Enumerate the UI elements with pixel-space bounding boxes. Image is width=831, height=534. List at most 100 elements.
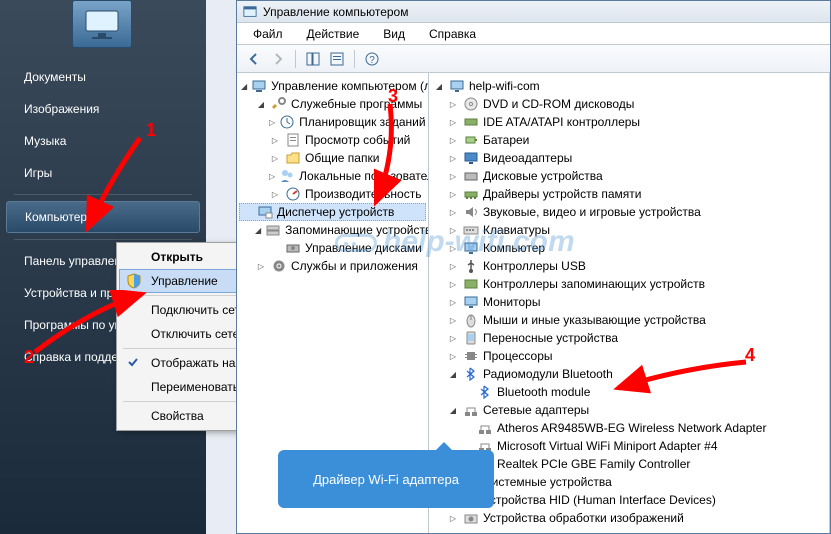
tree-item-label: Производительность [305, 187, 421, 201]
expand-icon[interactable] [447, 332, 459, 344]
computer-icon [449, 78, 465, 94]
svg-text:?: ? [369, 55, 375, 66]
right-tree-item-8[interactable]: Клавиатуры [431, 221, 827, 239]
dvd-icon [463, 96, 479, 112]
right-tree-item-6[interactable]: Драйверы устройств памяти [431, 185, 827, 203]
right-tree-item-4[interactable]: Видеоадаптеры [431, 149, 827, 167]
help-button[interactable]: ? [361, 48, 383, 70]
right-tree-item-3[interactable]: Батареи [431, 131, 827, 149]
expand-icon[interactable] [447, 314, 459, 326]
expand-icon[interactable] [447, 206, 459, 218]
expand-icon[interactable] [241, 206, 253, 218]
expand-icon[interactable] [447, 296, 459, 308]
computer-mgmt-icon [251, 78, 267, 94]
start-item-0[interactable]: Документы [6, 62, 200, 92]
expand-icon[interactable] [447, 98, 459, 110]
right-tree-item-19[interactable]: Atheros AR9485WB-EG Wireless Network Ada… [431, 419, 827, 437]
right-tree-item-5[interactable]: Дисковые устройства [431, 167, 827, 185]
device-mgr-icon [257, 204, 273, 220]
right-tree-item-24[interactable]: Устройства обработки изображений [431, 509, 827, 527]
tree-item-label: Радиомодули Bluetooth [483, 367, 613, 381]
properties-button[interactable] [326, 48, 348, 70]
expand-icon[interactable] [255, 260, 267, 272]
right-tree-item-18[interactable]: Сетевые адаптеры [431, 401, 827, 419]
expand-icon[interactable] [447, 368, 459, 380]
expand-icon[interactable] [447, 260, 459, 272]
callout-text: Драйвер Wi-Fi адаптера [313, 472, 459, 487]
back-button[interactable] [243, 48, 265, 70]
right-tree-item-7[interactable]: Звуковые, видео и игровые устройства [431, 203, 827, 221]
right-tree-item-10[interactable]: Контроллеры USB [431, 257, 827, 275]
left-tree-item-4[interactable]: Общие папки [239, 149, 426, 167]
right-tree-item-2[interactable]: IDE ATA/ATAPI контроллеры [431, 113, 827, 131]
right-tree-item-9[interactable]: Компьютер [431, 239, 827, 257]
expand-icon[interactable] [447, 242, 459, 254]
right-tree-item-16[interactable]: Радиомодули Bluetooth [431, 365, 827, 383]
expand-icon[interactable] [269, 116, 275, 128]
expand-icon[interactable] [269, 134, 281, 146]
tree-item-label: Процессоры [483, 349, 553, 363]
left-tree-item-2[interactable]: Планировщик заданий [239, 113, 426, 131]
expand-icon[interactable] [269, 188, 281, 200]
expand-icon[interactable] [447, 350, 459, 362]
tree-item-label: Переносные устройства [483, 331, 618, 345]
left-tree-item-3[interactable]: Просмотр событий [239, 131, 426, 149]
left-tree-item-9[interactable]: Управление дисками [239, 239, 426, 257]
expand-icon[interactable] [447, 116, 459, 128]
left-tree-item-7[interactable]: Диспетчер устройств [239, 203, 426, 221]
tree-item-label: Диспетчер устройств [277, 205, 394, 219]
right-tree-item-15[interactable]: Процессоры [431, 347, 827, 365]
imaging-icon [463, 510, 479, 526]
left-tree-item-5[interactable]: Локальные пользователи [239, 167, 426, 185]
tree-item-label: Контроллеры USB [483, 259, 586, 273]
right-tree-item-12[interactable]: Мониторы [431, 293, 827, 311]
expand-icon[interactable] [447, 224, 459, 236]
start-item-1[interactable]: Изображения [6, 94, 200, 124]
window-title: Управление компьютером [263, 5, 408, 19]
expand-icon[interactable] [269, 170, 275, 182]
start-item-4[interactable]: Компьютер [6, 201, 200, 233]
right-tree-item-11[interactable]: Контроллеры запоминающих устройств [431, 275, 827, 293]
tree-item-label: Планировщик заданий [299, 115, 425, 129]
ctx-item-label: Свойства [151, 409, 204, 423]
show-hide-button[interactable] [302, 48, 324, 70]
expand-icon[interactable] [461, 386, 473, 398]
tree-item-label: Сетевые адаптеры [483, 403, 589, 417]
expand-icon[interactable] [447, 404, 459, 416]
expand-icon[interactable] [461, 422, 473, 434]
expand-icon[interactable] [447, 512, 459, 524]
tree-item-label: Просмотр событий [305, 133, 410, 147]
left-tree-item-10[interactable]: Службы и приложения [239, 257, 426, 275]
left-tree-item-6[interactable]: Производительность [239, 185, 426, 203]
tree-item-label: Устройства HID (Human Interface Devices) [483, 493, 716, 507]
expand-icon[interactable] [433, 80, 445, 92]
menu-action[interactable]: Действие [297, 25, 370, 43]
expand-icon[interactable] [255, 98, 267, 110]
forward-button[interactable] [267, 48, 289, 70]
right-tree-item-17[interactable]: Bluetooth module [431, 383, 827, 401]
expand-icon[interactable] [241, 80, 247, 92]
right-tree-item-13[interactable]: Мыши и иные указывающие устройства [431, 311, 827, 329]
right-tree-item-14[interactable]: Переносные устройства [431, 329, 827, 347]
left-tree-item-8[interactable]: Запоминающие устройства [239, 221, 426, 239]
expand-icon[interactable] [269, 242, 281, 254]
expand-icon[interactable] [447, 188, 459, 200]
menu-view[interactable]: Вид [373, 25, 415, 43]
menu-help[interactable]: Справка [419, 25, 486, 43]
expand-icon[interactable] [447, 152, 459, 164]
tree-item-label: Microsoft Virtual WiFi Miniport Adapter … [497, 439, 718, 453]
expand-icon[interactable] [255, 224, 261, 236]
expand-icon[interactable] [269, 152, 281, 164]
disk-icon [463, 168, 479, 184]
expand-icon[interactable] [447, 278, 459, 290]
expand-icon[interactable] [447, 134, 459, 146]
shield-icon [126, 273, 142, 289]
right-tree-item-0[interactable]: help-wifi-com [431, 77, 827, 95]
start-item-3[interactable]: Игры [6, 158, 200, 188]
expand-icon[interactable] [447, 170, 459, 182]
right-tree-item-1[interactable]: DVD и CD-ROM дисководы [431, 95, 827, 113]
start-item-2[interactable]: Музыка [6, 126, 200, 156]
annotation-number-3: 3 [388, 86, 398, 107]
tree-item-label: Клавиатуры [483, 223, 550, 237]
menu-file[interactable]: Файл [243, 25, 293, 43]
